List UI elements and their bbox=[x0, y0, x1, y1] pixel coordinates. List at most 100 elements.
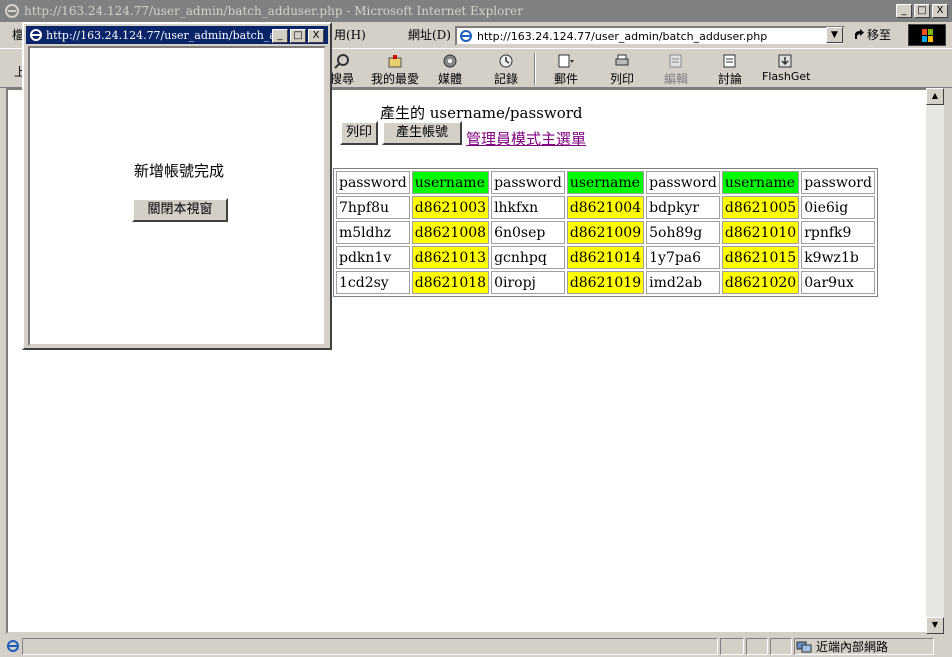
search-label: 搜尋 bbox=[330, 72, 355, 86]
zone-label: 近端內部網路 bbox=[816, 640, 889, 654]
media-icon bbox=[443, 54, 457, 68]
flashget-icon bbox=[778, 54, 792, 68]
popup-titlebar: http://163.24.124.77/user_admin/batch_ad… bbox=[26, 26, 328, 44]
header-password: password bbox=[646, 171, 720, 194]
status-cell bbox=[746, 638, 768, 655]
flashget-button[interactable]: FlashGet bbox=[762, 53, 811, 83]
password-cell: m5ldhz bbox=[336, 221, 410, 244]
favorites-label: 我的最愛 bbox=[370, 72, 419, 86]
popup-close-button[interactable]: X bbox=[308, 29, 324, 43]
search-button[interactable]: 搜尋 bbox=[330, 53, 354, 87]
table-row: m5ldhz d8621008 6n0sep d8621009 5oh89g d… bbox=[336, 221, 875, 244]
status-cell bbox=[770, 638, 792, 655]
username-cell: d8621019 bbox=[566, 271, 645, 294]
mail-button[interactable]: 郵件 bbox=[552, 53, 580, 87]
password-cell: rpnfk9 bbox=[801, 221, 875, 244]
header-username: username bbox=[721, 171, 800, 194]
window-titlebar: http://163.24.124.77/user_admin/batch_ad… bbox=[0, 0, 952, 22]
page-icon bbox=[460, 30, 472, 42]
close-window-button[interactable]: 關閉本視窗 bbox=[132, 198, 228, 222]
table-row: pdkn1v d8621013 gcnhpq d8621014 1y7pa6 d… bbox=[336, 246, 875, 269]
zone-indicator: 近端內部網路 bbox=[796, 638, 888, 655]
history-button[interactable]: 記錄 bbox=[492, 53, 520, 87]
username-cell: d8621014 bbox=[566, 246, 645, 269]
window-title: http://163.24.124.77/user_admin/batch_ad… bbox=[24, 4, 523, 18]
popup-message: 新增帳號完成 bbox=[134, 162, 225, 180]
edit-icon bbox=[669, 54, 682, 68]
favorites-icon bbox=[388, 55, 402, 68]
table-row: 1cd2sy d8621018 0iropj d8621019 imd2ab d… bbox=[336, 271, 875, 294]
menu-item-help[interactable]: 用(H) bbox=[330, 26, 370, 43]
password-cell: 6n0sep bbox=[491, 221, 565, 244]
username-cell: d8621015 bbox=[721, 246, 800, 269]
popup-maximize-button[interactable]: □ bbox=[290, 29, 306, 43]
maximize-button[interactable]: □ bbox=[914, 4, 930, 18]
header-password: password bbox=[801, 171, 875, 194]
scroll-up-icon[interactable]: ▲ bbox=[926, 88, 944, 105]
history-label: 記錄 bbox=[493, 72, 518, 86]
go-button[interactable]: 移至 bbox=[853, 26, 891, 43]
table-row: 7hpf8u d8621003 lhkfxn d8621004 bdpkyr d… bbox=[336, 196, 875, 219]
username-cell: d8621004 bbox=[566, 196, 645, 219]
address-dropdown-icon[interactable]: ▼ bbox=[826, 27, 843, 43]
vertical-scrollbar[interactable]: ▲ ▼ bbox=[926, 88, 944, 634]
popup-body: 新增帳號完成 關閉本視窗 bbox=[28, 46, 326, 346]
scroll-down-icon[interactable]: ▼ bbox=[926, 617, 944, 634]
header-username: username bbox=[411, 171, 490, 194]
page-status-icon bbox=[7, 640, 19, 652]
header-password: password bbox=[491, 171, 565, 194]
toolbar-separator bbox=[534, 53, 536, 85]
generate-accounts-button[interactable]: 產生帳號 bbox=[382, 121, 462, 145]
statusbar: 近端內部網路 bbox=[0, 636, 952, 657]
table-header-row: password username password username pass… bbox=[336, 171, 875, 194]
flashget-label: FlashGet bbox=[762, 70, 811, 83]
popup-minimize-button[interactable]: _ bbox=[272, 29, 288, 43]
print-toolbar-label: 列印 bbox=[609, 72, 634, 86]
windows-logo-icon bbox=[908, 24, 946, 46]
mail-icon bbox=[558, 54, 574, 68]
search-icon bbox=[334, 54, 349, 69]
print-button[interactable]: 列印 bbox=[340, 121, 378, 145]
go-arrow-icon bbox=[855, 28, 864, 39]
password-cell: 5oh89g bbox=[646, 221, 720, 244]
status-cell bbox=[720, 638, 744, 655]
password-cell: 0ar9ux bbox=[801, 271, 875, 294]
header-password: password bbox=[336, 171, 410, 194]
username-cell: d8621005 bbox=[721, 196, 800, 219]
close-button[interactable]: X bbox=[932, 4, 948, 18]
password-cell: pdkn1v bbox=[336, 246, 410, 269]
admin-menu-link[interactable]: 管理員模式主選單 bbox=[466, 128, 586, 149]
popup-window: http://163.24.124.77/user_admin/batch_ad… bbox=[22, 22, 332, 350]
password-cell: 0ie6ig bbox=[801, 196, 875, 219]
username-cell: d8621018 bbox=[411, 271, 490, 294]
discuss-button[interactable]: 討論 bbox=[716, 53, 744, 87]
password-cell: 0iropj bbox=[491, 271, 565, 294]
password-cell: 7hpf8u bbox=[336, 196, 410, 219]
password-cell: lhkfxn bbox=[491, 196, 565, 219]
username-cell: d8621003 bbox=[411, 196, 490, 219]
page-heading: 產生的 username/password bbox=[380, 104, 583, 122]
favorites-button[interactable]: 我的最愛 bbox=[370, 53, 420, 87]
ie-icon bbox=[30, 29, 42, 41]
media-button[interactable]: 媒體 bbox=[436, 53, 464, 87]
password-cell: 1cd2sy bbox=[336, 271, 410, 294]
address-input[interactable]: http://163.24.124.77/user_admin/batch_ad… bbox=[455, 26, 845, 46]
username-cell: d8621020 bbox=[721, 271, 800, 294]
history-icon bbox=[499, 54, 513, 68]
media-label: 媒體 bbox=[437, 72, 462, 86]
mail-label: 郵件 bbox=[553, 72, 578, 86]
go-label: 移至 bbox=[867, 28, 892, 42]
intranet-icon bbox=[796, 641, 812, 652]
address-url: http://163.24.124.77/user_admin/batch_ad… bbox=[477, 29, 768, 43]
printer-icon bbox=[615, 54, 629, 66]
password-cell: bdpkyr bbox=[646, 196, 720, 219]
address-label: 網址(D) bbox=[408, 28, 451, 42]
popup-title: http://163.24.124.77/user_admin/batch_ad… bbox=[46, 28, 278, 42]
minimize-button[interactable]: _ bbox=[896, 4, 912, 18]
status-text-cell bbox=[22, 638, 718, 655]
print-toolbar-button[interactable]: 列印 bbox=[608, 53, 636, 87]
accounts-table: password username password username pass… bbox=[333, 168, 878, 297]
username-cell: d8621009 bbox=[566, 221, 645, 244]
password-cell: 1y7pa6 bbox=[646, 246, 720, 269]
edit-button[interactable]: 編輯 bbox=[662, 53, 690, 87]
